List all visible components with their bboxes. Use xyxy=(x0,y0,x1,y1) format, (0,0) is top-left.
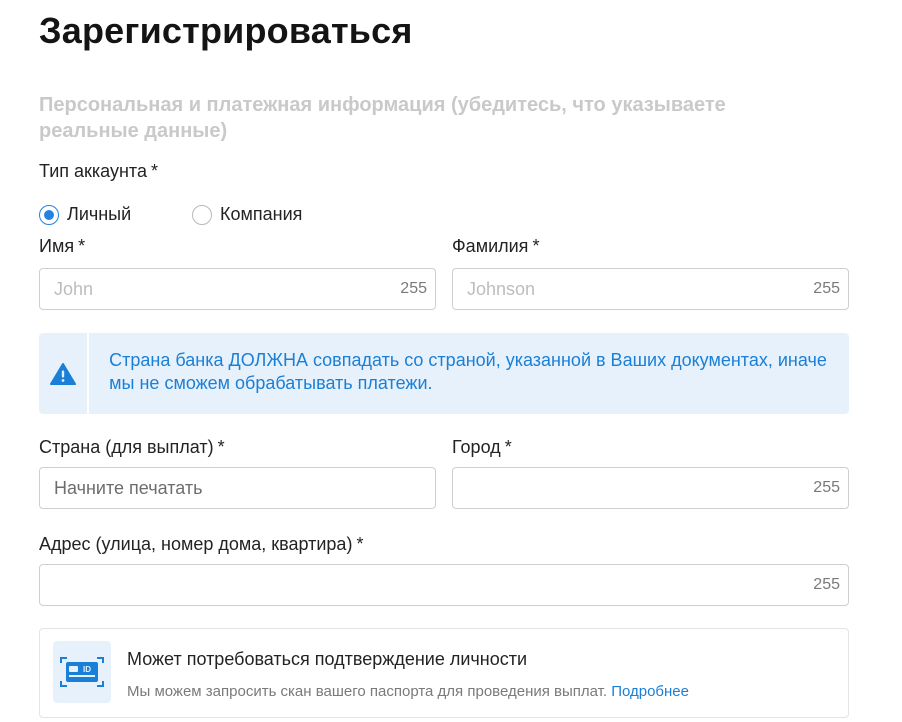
country-input[interactable] xyxy=(40,477,435,499)
account-type-label: Тип аккаунта * xyxy=(39,161,158,182)
required-mark: * xyxy=(532,236,540,256)
last-name-label-text: Фамилия xyxy=(452,236,529,256)
first-name-field[interactable]: 255 xyxy=(39,268,436,310)
city-input[interactable] xyxy=(453,477,814,499)
first-name-char-counter: 255 xyxy=(400,280,427,297)
city-char-counter: 255 xyxy=(813,479,840,496)
id-card-icon-box: ID xyxy=(53,641,111,703)
required-mark: * xyxy=(217,437,225,457)
radio-dot xyxy=(44,209,54,220)
warning-icon xyxy=(50,362,77,385)
last-name-field[interactable]: 255 xyxy=(452,268,849,310)
learn-more-link[interactable]: Подробнее xyxy=(611,683,689,700)
last-name-label: Фамилия * xyxy=(452,236,539,257)
country-field[interactable] xyxy=(39,467,436,509)
radio-label-company: Компания xyxy=(220,204,303,224)
radio-button-personal[interactable] xyxy=(39,204,59,225)
notice-text: Мы можем запросить скан вашего паспорта … xyxy=(127,683,689,700)
address-char-counter: 255 xyxy=(813,576,840,593)
last-name-input[interactable] xyxy=(453,278,814,300)
notice-title: Может потребоваться подтверждение личнос… xyxy=(127,649,528,669)
notice-text-body: Мы можем запросить скан вашего паспорта … xyxy=(127,683,608,700)
radio-option-personal[interactable]: Личный xyxy=(39,204,131,225)
address-label-text: Адрес (улица, номер дома, квартира) xyxy=(39,534,353,554)
alert-icon-box xyxy=(39,333,90,414)
radio-label-personal: Личный xyxy=(67,204,132,224)
country-label: Страна (для выплат) * xyxy=(39,437,225,458)
required-mark: * xyxy=(356,534,364,554)
id-card-icon: ID xyxy=(60,657,104,687)
first-name-label: Имя * xyxy=(39,236,85,257)
first-name-label-text: Имя xyxy=(39,236,75,256)
first-name-input[interactable] xyxy=(40,278,401,300)
city-field[interactable]: 255 xyxy=(452,467,849,509)
section-subtitle: Персональная и платежная информация (убе… xyxy=(39,94,726,142)
id-card-icon-text: ID xyxy=(83,665,91,674)
radio-option-company[interactable]: Компания xyxy=(192,204,302,225)
account-type-label-text: Тип аккаунта xyxy=(39,161,147,181)
country-label-text: Страна (для выплат) xyxy=(39,437,214,457)
page-title: Зарегистрироваться xyxy=(39,10,413,51)
required-mark: * xyxy=(150,161,158,181)
last-name-char-counter: 255 xyxy=(813,280,840,297)
address-label: Адрес (улица, номер дома, квартира) * xyxy=(39,534,363,555)
address-input[interactable] xyxy=(40,574,814,596)
identity-verification-notice: ID Может потребоваться подтверждение лич… xyxy=(39,628,849,718)
city-label-text: Город xyxy=(452,437,501,457)
address-field[interactable]: 255 xyxy=(39,564,849,606)
alert-text: Страна банка ДОЛЖНА совпадать со страной… xyxy=(109,350,827,393)
radio-button-company[interactable] xyxy=(192,204,212,225)
bank-country-alert: Страна банка ДОЛЖНА совпадать со страной… xyxy=(39,333,849,414)
required-mark: * xyxy=(78,236,86,256)
city-label: Город * xyxy=(452,437,512,458)
required-mark: * xyxy=(504,437,512,457)
